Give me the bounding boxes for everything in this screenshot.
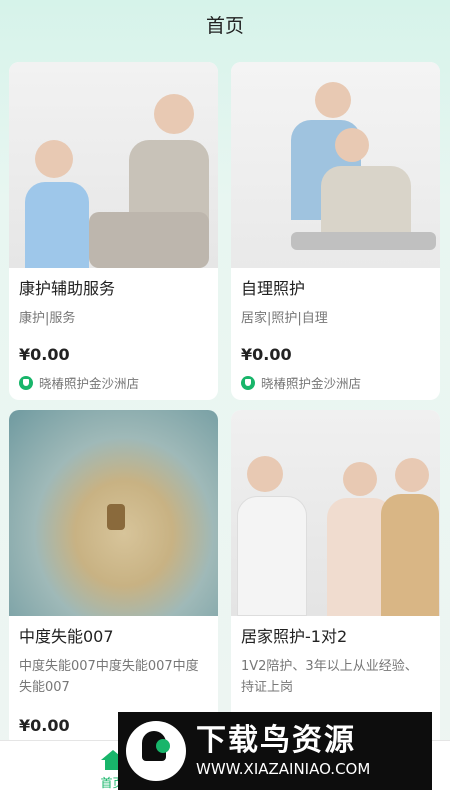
product-name: 中度失能007 — [19, 627, 114, 646]
product-price: ¥0.00 — [19, 345, 70, 364]
product-card[interactable]: 康护辅助服务 康护|服务 ¥0.00 晓椿照护金沙洲店 — [9, 62, 218, 400]
product-image[interactable] — [9, 410, 218, 616]
product-tags: 1V2陪护、3年以上从业经验、持证上岗 — [241, 659, 418, 695]
store-name: 晓椿照护金沙洲店 — [261, 376, 362, 391]
watermark-title: 下载鸟资源 — [196, 723, 356, 758]
product-grid: 康护辅助服务 康护|服务 ¥0.00 晓椿照护金沙洲店 自理照护 居家|照护|自… — [9, 62, 441, 748]
leaf-location-icon — [19, 375, 33, 390]
page-title: 首页 — [205, 14, 244, 37]
product-image[interactable] — [9, 62, 218, 268]
product-tags: 居家|照护|自理 — [241, 311, 328, 326]
product-card[interactable]: 居家照护-1对2 1V2陪护、3年以上从业经验、持证上岗 — [231, 410, 440, 748]
watermark-url: WWW.XIAZAINIAO.COM — [196, 760, 371, 778]
watermark-logo-icon — [126, 721, 186, 781]
store-info: 晓椿照护金沙洲店 — [241, 373, 430, 392]
product-name: 居家照护-1对2 — [241, 627, 348, 646]
store-name: 晓椿照护金沙洲店 — [39, 376, 140, 391]
product-image[interactable] — [231, 410, 440, 616]
product-tags: 康护|服务 — [19, 311, 76, 326]
leaf-location-icon — [241, 375, 255, 390]
product-name: 自理照护 — [241, 279, 306, 298]
product-card[interactable]: 中度失能007 中度失能007中度失能007中度失能007 ¥0.00 — [9, 410, 218, 748]
product-tags: 中度失能007中度失能007中度失能007 — [19, 659, 199, 695]
product-card[interactable]: 自理照护 居家|照护|自理 ¥0.00 晓椿照护金沙洲店 — [231, 62, 440, 400]
top-bar: 首页 — [0, 0, 450, 48]
product-name: 康护辅助服务 — [19, 279, 116, 298]
product-price: ¥0.00 — [241, 345, 292, 364]
store-info: 晓椿照护金沙洲店 — [19, 373, 208, 392]
watermark-banner: 下载鸟资源 WWW.XIAZAINIAO.COM — [118, 712, 432, 790]
product-image[interactable] — [231, 62, 440, 268]
